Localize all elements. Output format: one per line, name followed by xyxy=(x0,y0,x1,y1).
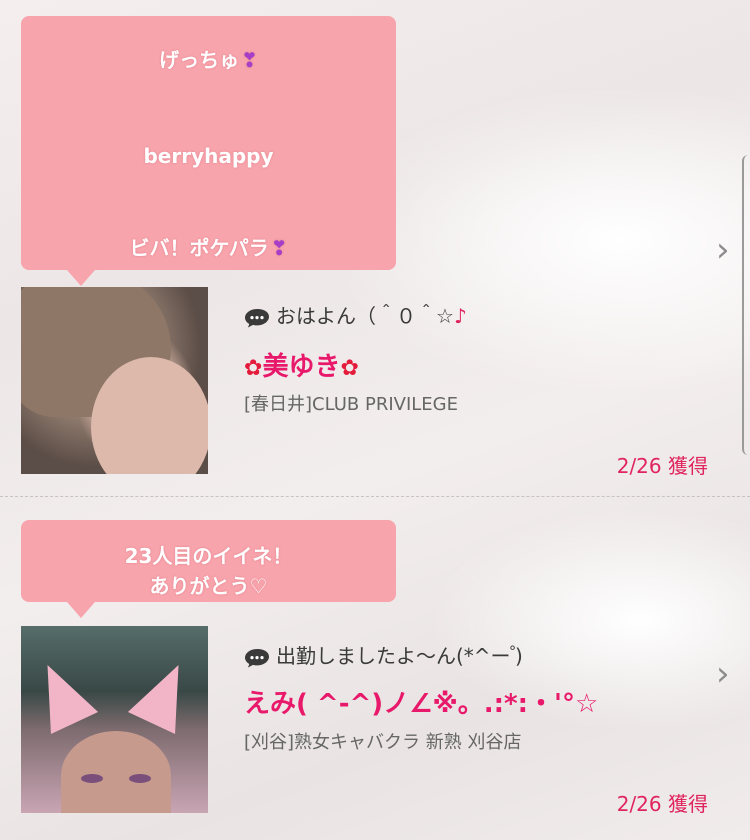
heart-icon: ❣ xyxy=(241,48,258,72)
comment-bubble: げっちゅ ❣ berryhappy ビバ！ポケパラ ❣ xyxy=(21,16,396,286)
speech-bubble-icon xyxy=(245,648,269,667)
bubble-line: げっちゅ ❣ xyxy=(159,48,258,72)
post-card[interactable]: 23人目のイイネ！ ありがとう♡ 出勤しましたよ〜ん(*^ー ゚) えみ( ^-… xyxy=(0,500,750,840)
status-message: おはよん（＾０＾☆♪ xyxy=(244,300,467,329)
flower-icon: ✿ xyxy=(244,356,263,381)
bubble-line: berryhappy xyxy=(143,144,274,168)
divider xyxy=(0,496,750,497)
speech-bubble-icon xyxy=(245,308,269,327)
profile-photo[interactable] xyxy=(21,626,208,813)
cast-name[interactable]: ✿美ゆき✿ xyxy=(244,346,359,383)
acquired-date: 2/26 獲得 xyxy=(616,454,708,478)
bubble-line: ありがとう♡ xyxy=(149,574,268,598)
music-note-icon: ♪ xyxy=(453,304,467,328)
acquired-date: 2/26 獲得 xyxy=(616,792,708,816)
status-message: 出勤しましたよ〜ん(*^ー ゚) xyxy=(244,640,523,669)
post-card[interactable]: げっちゅ ❣ berryhappy ビバ！ポケパラ ❣ おはよん（＾０＾☆♪ ✿美ゆ… xyxy=(0,0,750,478)
shop-name: [刈谷]熟女キャバクラ 新熟 刈谷店 xyxy=(244,732,522,753)
shop-name: [春日井]CLUB PRIVILEGE xyxy=(244,394,459,415)
chevron-right-icon[interactable]: › xyxy=(716,230,730,270)
chevron-right-icon[interactable]: › xyxy=(716,654,730,694)
bubble-line: 23人目のイイネ！ xyxy=(124,544,293,568)
cast-name[interactable]: えみ( ^-^)ノ∠※。.:*:・'°☆ xyxy=(244,683,598,720)
profile-photo[interactable] xyxy=(21,287,208,474)
scroll-edge xyxy=(742,155,750,455)
flower-icon: ✿ xyxy=(340,356,359,381)
comment-bubble: 23人目のイイネ！ ありがとう♡ xyxy=(21,520,396,618)
bubble-line: ビバ！ポケパラ ❣ xyxy=(129,236,288,260)
heart-icon: ❣ xyxy=(270,236,288,260)
